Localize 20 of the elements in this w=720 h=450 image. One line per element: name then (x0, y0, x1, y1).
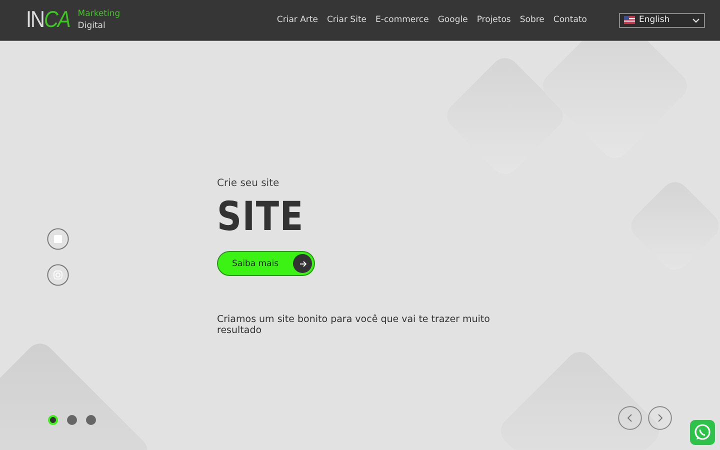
nav-link[interactable]: Projetos (476, 15, 511, 25)
flag-icon (624, 16, 635, 24)
nav-link[interactable]: Sobre (520, 15, 544, 25)
nav-link[interactable]: Google (438, 15, 468, 25)
language-select[interactable]: English (619, 12, 705, 28)
hero-description: Criamos um site bonito para você que vai te trazer muito resultado (217, 314, 491, 336)
nav-link[interactable]: Criar Arte (276, 15, 318, 25)
chat-bubble-icon[interactable] (690, 420, 715, 445)
tagline-text: Digital (78, 20, 106, 32)
hero-subtitle: Crie seu site (217, 178, 280, 189)
nav-link[interactable]: Contato (553, 15, 587, 25)
arrow-right-icon (298, 260, 306, 268)
nav-link[interactable]: Criar Site (326, 15, 367, 25)
nav-link[interactable]: E-commerce (376, 15, 429, 25)
logo[interactable]: INCA (26, 6, 70, 34)
saiba-mais-button[interactable]: Saiba mais (217, 251, 315, 276)
chevron-down-icon (692, 18, 700, 22)
hero-title: SITE (217, 195, 305, 239)
tagline-text: Marketing (78, 8, 120, 20)
instagram-icon[interactable] (47, 264, 69, 286)
